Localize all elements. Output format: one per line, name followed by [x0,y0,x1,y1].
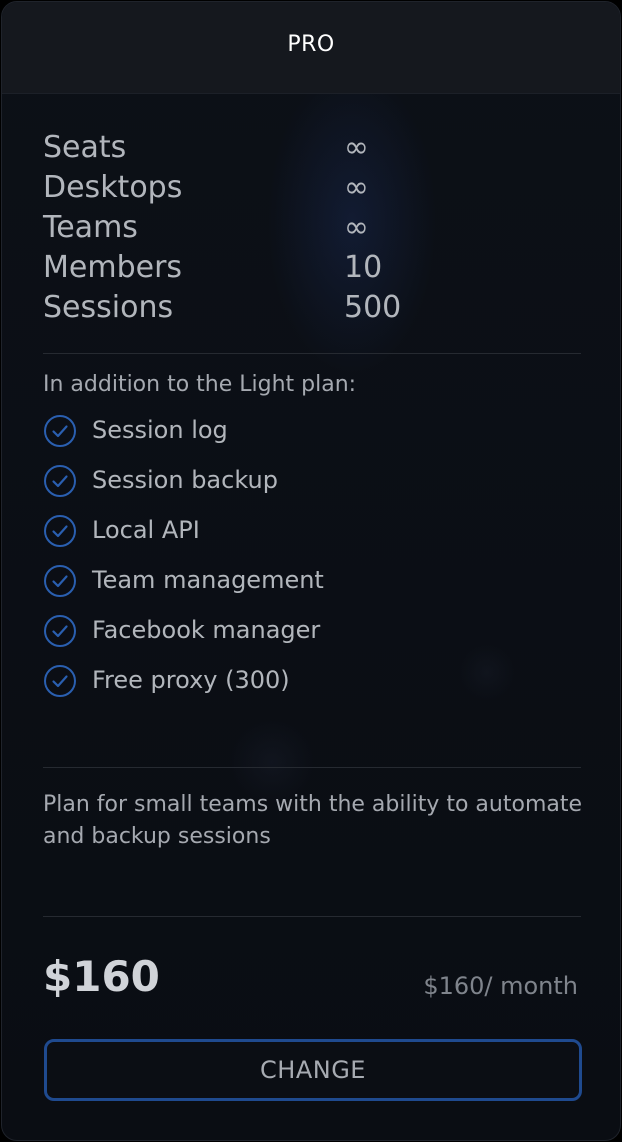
stat-value: ∞ [344,170,369,205]
feature-item: Free proxy (300) [43,662,583,712]
check-circle-icon [44,515,76,547]
plan-title: PRO [287,32,335,57]
stat-value: ∞ [344,130,369,165]
check-circle-icon [44,415,76,447]
feature-label: Team management [92,566,324,594]
stat-label: Members [43,250,183,285]
check-circle-icon [44,615,76,647]
feature-label: Session log [92,416,228,444]
stat-row-teams: Teams ∞ [43,208,583,248]
check-circle-icon [44,565,76,597]
stat-row-members: Members 10 [43,248,583,288]
stat-value: ∞ [344,210,369,245]
change-plan-button[interactable]: CHANGE [44,1039,582,1101]
stat-row-seats: Seats ∞ [43,128,583,168]
feature-item: Facebook manager [43,612,583,662]
plan-header: PRO [2,2,620,94]
check-circle-icon [44,465,76,497]
stat-label: Desktops [43,170,183,205]
feature-item: Session log [43,412,583,462]
stat-label: Sessions [43,290,174,325]
feature-label: Local API [92,516,200,544]
divider [43,916,581,917]
plan-limits: Seats ∞ Desktops ∞ Teams ∞ Members 10 Se… [43,128,583,328]
features-intro: In addition to the Light plan: [43,372,357,397]
feature-item: Session backup [43,462,583,512]
feature-list: Session log Session backup Local API Tea… [43,412,583,712]
feature-label: Session backup [92,466,278,494]
plan-price: $160 [43,952,160,1001]
feature-label: Free proxy (300) [92,666,290,694]
feature-item: Local API [43,512,583,562]
stat-label: Seats [43,130,127,165]
feature-item: Team management [43,562,583,612]
stat-row-desktops: Desktops ∞ [43,168,583,208]
plan-card: PRO Seats ∞ Desktops ∞ Teams ∞ Members 1… [1,1,621,1141]
stat-label: Teams [43,210,138,245]
stat-value: 500 [344,290,402,325]
plan-price-per-month: $160/ month [423,972,578,1000]
plan-description: Plan for small teams with the ability to… [43,792,583,849]
divider [43,353,581,354]
stat-value: 10 [344,250,383,285]
check-circle-icon [44,665,76,697]
feature-label: Facebook manager [92,616,321,644]
stat-row-sessions: Sessions 500 [43,288,583,328]
divider [43,767,581,768]
